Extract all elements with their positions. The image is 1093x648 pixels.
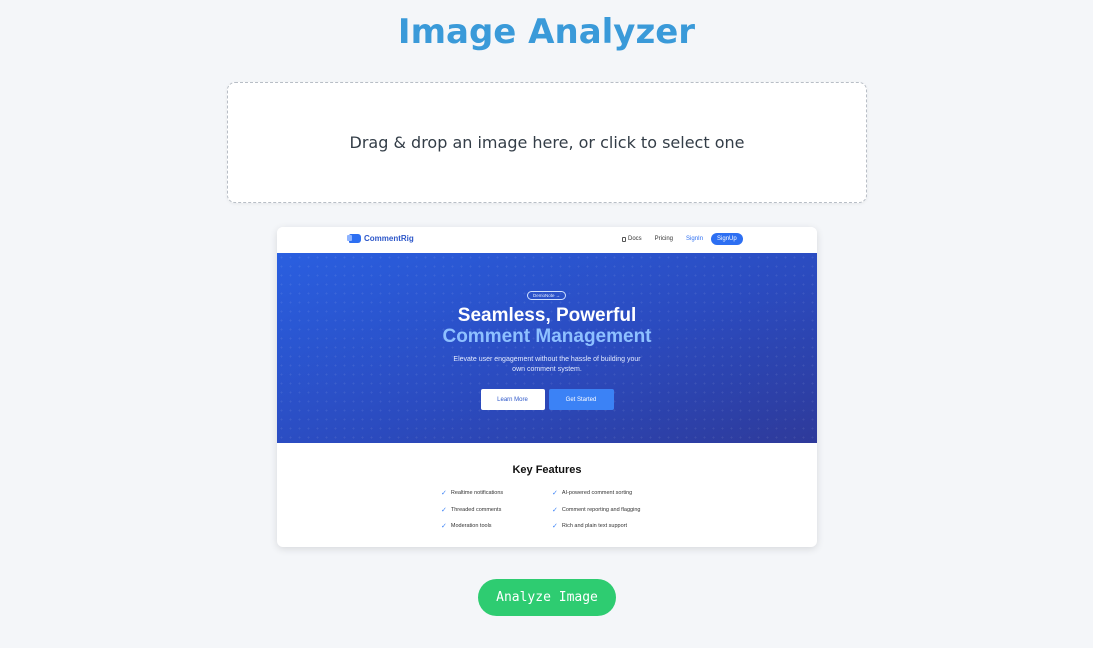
preview-navbar: CommentRig Docs Pricing SignIn SignUp [277, 227, 817, 253]
image-dropzone[interactable]: Drag & drop an image here, or click to s… [227, 82, 867, 203]
preview-feature-label: Moderation tools [450, 523, 492, 529]
comment-logo-icon [347, 234, 361, 243]
check-icon: ✓ [552, 507, 558, 514]
preview-nav-signin: SignIn [686, 236, 704, 242]
page-title: Image Analyzer [397, 12, 696, 52]
preview-nav-docs-label: Docs [628, 236, 642, 242]
preview-hero-heading-line1: Seamless, Powerful [457, 305, 637, 326]
preview-hero-heading: Seamless, Powerful Comment Management [277, 305, 817, 347]
preview-feature-item: ✓ Comment reporting and flagging [552, 506, 640, 514]
image-preview: CommentRig Docs Pricing SignIn SignUp De… [277, 227, 817, 547]
preview-feature-item: ✓ Threaded comments [441, 506, 501, 514]
check-icon: ✓ [552, 523, 558, 530]
check-icon: ✓ [441, 507, 447, 514]
preview-feature-label: Rich and plain text support [561, 523, 627, 529]
dropzone-text: Drag & drop an image here, or click to s… [349, 133, 745, 152]
document-icon [622, 236, 626, 242]
preview-hero-buttons: Learn More Get Started [277, 389, 817, 410]
preview-feature-item: ✓ AI-powered comment sorting [552, 489, 632, 497]
preview-features-title: Key Features [512, 464, 582, 476]
analyze-image-button[interactable]: Analyze Image [478, 579, 616, 616]
preview-nav-links: Docs Pricing SignIn SignUp [622, 233, 743, 245]
preview-feature-label: Threaded comments [450, 507, 502, 513]
preview-feature-item: ✓ Moderation tools [441, 522, 492, 530]
preview-feature-item: ✓ Rich and plain text support [552, 522, 627, 530]
preview-hero-subtitle: Elevate user engagement without the hass… [453, 356, 641, 373]
preview-nav-signup: SignUp [711, 233, 743, 245]
preview-nav-docs: Docs [622, 236, 642, 242]
preview-logo-text: CommentRig [364, 234, 414, 243]
preview-feature-label: Realtime notifications [450, 490, 504, 496]
preview-demo-pill: DemoNote → [527, 291, 567, 300]
preview-hero-heading-line2: Comment Management [442, 326, 652, 347]
preview-get-started-button: Get Started [548, 389, 614, 410]
preview-nav-pricing: Pricing [654, 236, 674, 242]
preview-feature-label: Comment reporting and flagging [561, 507, 641, 513]
preview-logo: CommentRig [347, 234, 414, 243]
check-icon: ✓ [441, 490, 447, 497]
check-icon: ✓ [552, 490, 558, 497]
check-icon: ✓ [441, 523, 447, 530]
preview-feature-label: AI-powered comment sorting [561, 490, 633, 496]
preview-feature-item: ✓ Realtime notifications [441, 489, 503, 497]
preview-learn-more-button: Learn More [480, 389, 545, 410]
preview-hero: DemoNote → Seamless, Powerful Comment Ma… [277, 253, 817, 443]
